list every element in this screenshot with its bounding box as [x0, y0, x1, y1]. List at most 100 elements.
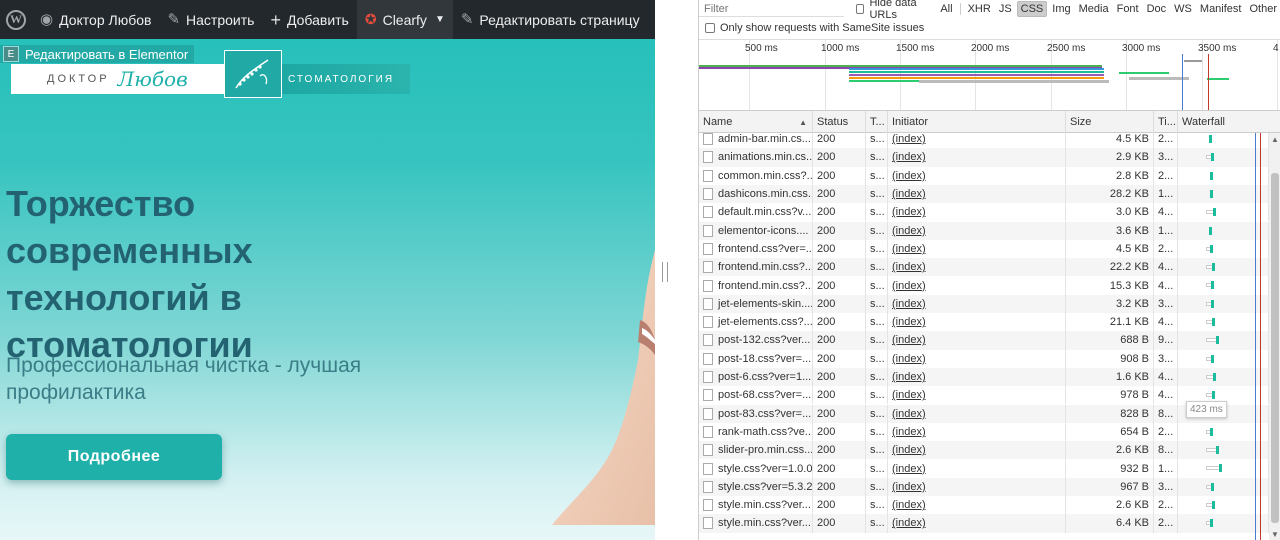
- table-row[interactable]: style.min.css?ver... 200 s... (index) 6.4 KB…: [699, 514, 1269, 533]
- initiator-cell[interactable]: (index): [888, 349, 1066, 368]
- wordpress-logo-button[interactable]: W: [0, 0, 32, 39]
- filter-type-media[interactable]: Media: [1076, 2, 1112, 16]
- initiator-cell[interactable]: (index): [888, 331, 1066, 350]
- network-requests-table: Name ▲ Status T... Initiator Size Ti... …: [699, 111, 1280, 540]
- column-size[interactable]: Size: [1066, 111, 1154, 133]
- size-cell: 978 B: [1066, 386, 1154, 405]
- initiator-cell[interactable]: (index): [888, 294, 1066, 313]
- filter-type-js[interactable]: JS: [996, 2, 1015, 16]
- time-cell: 3...: [1154, 349, 1178, 368]
- table-row[interactable]: post-18.css?ver=... 200 s... (index) 908 B 3.…: [699, 349, 1269, 368]
- table-row[interactable]: post-83.css?ver=... 200 s... (index) 828 B 8.…: [699, 404, 1269, 423]
- drag-handle-icon[interactable]: [662, 262, 668, 282]
- filter-type-xhr[interactable]: XHR: [965, 2, 994, 16]
- waterfall-tooltip: 423 ms: [1186, 401, 1227, 418]
- initiator-cell[interactable]: (index): [888, 276, 1066, 295]
- waterfall-download-bar: [1210, 189, 1213, 198]
- type-cell-text: s...: [870, 480, 885, 493]
- initiator-cell[interactable]: (index): [888, 203, 1066, 222]
- initiator-cell[interactable]: (index): [888, 422, 1066, 442]
- filter-type-font[interactable]: Font: [1114, 2, 1142, 16]
- initiator-cell[interactable]: (index): [888, 477, 1066, 496]
- site-logo[interactable]: ДОКТОР Любов СТОМАТОЛОГИЯ: [11, 50, 410, 98]
- table-row[interactable]: rank-math.css?ve... 200 s... (index) 654 B 2.…: [699, 422, 1269, 442]
- initiator-cell[interactable]: (index): [888, 459, 1066, 478]
- initiator-cell[interactable]: (index): [888, 496, 1066, 515]
- overview-tick-label: 4: [1273, 43, 1279, 54]
- initiator-cell[interactable]: (index): [888, 133, 1066, 149]
- column-initiator[interactable]: Initiator: [888, 111, 1066, 133]
- initiator-cell[interactable]: (index): [888, 386, 1066, 405]
- column-status-label: Status: [817, 116, 849, 128]
- filter-type-ws[interactable]: WS: [1171, 2, 1195, 16]
- more-details-button[interactable]: Подробнее: [6, 434, 222, 480]
- type-cell: s...: [866, 404, 888, 423]
- split-divider[interactable]: [655, 0, 698, 540]
- edit-page-button[interactable]: ✎ Редактировать страницу: [453, 0, 648, 39]
- initiator-cell[interactable]: (index): [888, 404, 1066, 423]
- table-row[interactable]: post-68.css?ver=... 200 s... (index) 978 B 4.…: [699, 386, 1269, 405]
- overview-request-bar: [919, 80, 1109, 83]
- initiator-cell[interactable]: (index): [888, 258, 1066, 277]
- filter-type-img[interactable]: Img: [1049, 2, 1073, 16]
- table-row[interactable]: default.min.css?v... 200 s... (index) 3.0 KB…: [699, 203, 1269, 222]
- add-new-button[interactable]: + Добавить: [262, 0, 356, 39]
- initiator-cell[interactable]: (index): [888, 514, 1066, 533]
- initiator-cell[interactable]: (index): [888, 184, 1066, 204]
- table-row[interactable]: style.css?ver=1.0.0 200 s... (index) 932 B 1.…: [699, 459, 1269, 478]
- clearfy-menu-button[interactable]: ✪ Clearfy ▼: [356, 0, 453, 39]
- table-row[interactable]: admin-bar.min.cs... 200 s... (index) 4.5 KB 2…: [699, 133, 1269, 149]
- filter-type-doc[interactable]: Doc: [1144, 2, 1170, 16]
- table-row[interactable]: style.min.css?ver... 200 s... (index) 2.6 KB…: [699, 496, 1269, 515]
- request-name-cell: frontend.min.css?...: [699, 258, 813, 277]
- status-cell-text: 200: [817, 188, 836, 201]
- column-type[interactable]: T...: [866, 111, 888, 133]
- overview-request-bar: [1129, 77, 1189, 80]
- time-cell-text: 1...: [1158, 224, 1174, 237]
- table-scrollbar[interactable]: ▲ ▼: [1269, 133, 1280, 540]
- table-row[interactable]: frontend.min.css?... 200 s... (index) 15.3 K…: [699, 276, 1269, 295]
- status-cell-text: 200: [817, 316, 836, 329]
- table-row[interactable]: frontend.min.css?... 200 s... (index) 22.2 K…: [699, 258, 1269, 277]
- initiator-cell[interactable]: (index): [888, 148, 1066, 167]
- type-cell-text: s...: [870, 206, 885, 219]
- initiator-cell[interactable]: (index): [888, 441, 1066, 460]
- customize-button[interactable]: ✎ Настроить: [159, 0, 262, 39]
- initiator-cell[interactable]: (index): [888, 239, 1066, 259]
- time-cell-text: 8...: [1158, 407, 1174, 420]
- table-row[interactable]: frontend.css?ver=... 200 s... (index) 4.5 KB…: [699, 239, 1269, 259]
- column-status[interactable]: Status: [813, 111, 866, 133]
- filter-input[interactable]: [699, 1, 844, 17]
- table-row[interactable]: style.css?ver=5.3.2 200 s... (index) 967 B 3.…: [699, 477, 1269, 496]
- network-overview-timeline[interactable]: 500 ms 1000 ms 1500 ms 2000 ms 2500 ms 3000 m…: [699, 39, 1280, 111]
- tooth-logo-icon: [224, 50, 282, 98]
- edit-with-elementor-button[interactable]: E Редактировать в Elementor: [0, 45, 195, 63]
- column-waterfall[interactable]: Waterfall: [1178, 111, 1280, 133]
- table-row[interactable]: slider-pro.min.css... 200 s... (index) 2.6 K…: [699, 441, 1269, 460]
- scroll-thumb[interactable]: [1271, 173, 1279, 523]
- initiator-cell[interactable]: (index): [888, 367, 1066, 387]
- table-row[interactable]: jet-elements.css?... 200 s... (index) 21.1 K…: [699, 313, 1269, 332]
- scroll-down-icon[interactable]: ▼: [1269, 528, 1280, 540]
- site-name-button[interactable]: ◉ Доктор Любов: [32, 0, 159, 39]
- table-row[interactable]: post-132.css?ver... 200 s... (index) 688 B 9.…: [699, 331, 1269, 350]
- samesite-checkbox[interactable]: Only show requests with SameSite issues: [705, 21, 924, 35]
- initiator-cell[interactable]: (index): [888, 313, 1066, 332]
- filter-type-manifest[interactable]: Manifest: [1197, 2, 1245, 16]
- column-name[interactable]: Name ▲: [699, 111, 813, 133]
- filter-type-other[interactable]: Other: [1246, 2, 1280, 16]
- table-row[interactable]: common.min.css?... 200 s... (index) 2.8 KB 2.…: [699, 166, 1269, 185]
- initiator-cell[interactable]: (index): [888, 221, 1066, 240]
- filter-type-css[interactable]: CSS: [1016, 1, 1048, 17]
- table-row[interactable]: elementor-icons.... 200 s... (index) 3.6 KB 1…: [699, 221, 1269, 240]
- initiator-cell[interactable]: (index): [888, 166, 1066, 185]
- column-time[interactable]: Ti...: [1154, 111, 1178, 133]
- table-row[interactable]: post-6.css?ver=1... 200 s... (index) 1.6 KB 4…: [699, 367, 1269, 387]
- table-row[interactable]: animations.min.cs... 200 s... (index) 2.9 KB…: [699, 148, 1269, 167]
- overview-tick-label: 1000 ms: [821, 43, 860, 54]
- scroll-up-icon[interactable]: ▲: [1269, 133, 1280, 145]
- hide-data-urls-checkbox[interactable]: Hide data URLs: [856, 0, 932, 21]
- table-row[interactable]: dashicons.min.css... 200 s... (index) 28.2 K…: [699, 184, 1269, 204]
- table-row[interactable]: jet-elements-skin.... 200 s... (index) 3.2 K…: [699, 294, 1269, 313]
- filter-type-all[interactable]: All: [937, 2, 955, 16]
